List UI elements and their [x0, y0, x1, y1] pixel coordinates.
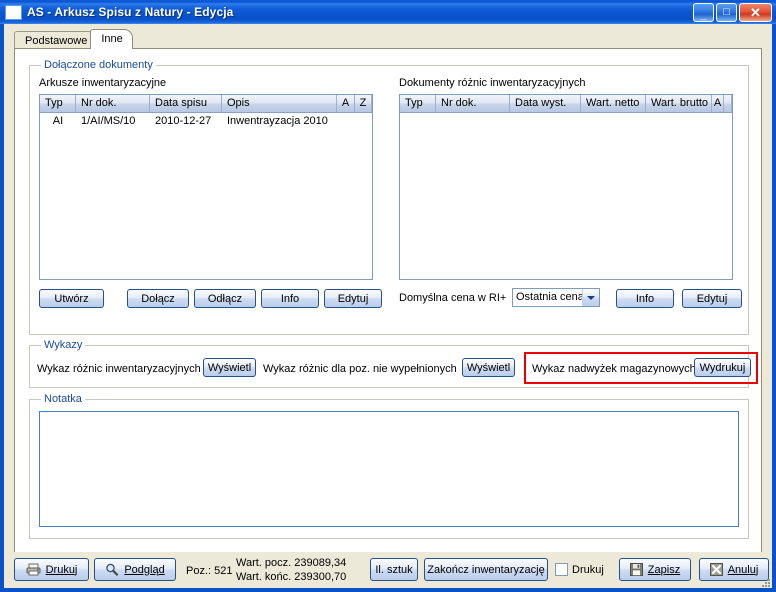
column-header-data-wyst[interactable]: Data wyst. — [510, 95, 581, 112]
column-header-wart-brutto[interactable]: Wart. brutto — [646, 95, 712, 112]
create-button[interactable]: Utwórz — [39, 289, 104, 308]
edit-button-right-label: Edytuj — [696, 292, 728, 305]
group-reports-legend: Wykazy — [41, 339, 86, 351]
minimize-button[interactable]: _ — [693, 3, 714, 22]
inventory-sheets-label: Arkusze inwentaryzacyjne — [39, 77, 167, 89]
window-icon — [5, 4, 22, 20]
detach-button-label: Odłącz — [207, 292, 243, 305]
column-header-typ-2[interactable]: Typ — [400, 95, 436, 112]
attach-button-label: Dołącz — [141, 292, 175, 305]
position-count: Poz.: 521 — [186, 565, 233, 577]
printer-icon — [26, 563, 41, 576]
report-surplus-print-label: Wydrukuj — [699, 361, 746, 374]
print-checkbox[interactable]: Drukuj — [555, 563, 604, 576]
info-button-left-label: Info — [280, 292, 300, 305]
column-header-data-spisu[interactable]: Data spisu — [150, 95, 222, 112]
edit-button-left[interactable]: Edytuj — [324, 289, 382, 308]
save-icon — [629, 563, 643, 576]
report-surplus-print-button[interactable]: Wydrukuj — [694, 358, 751, 377]
info-button-right-label: Info — [635, 292, 655, 305]
cell-opis: Inwentrayzacja 2010 — [227, 115, 328, 127]
tab-podstawowe[interactable]: Podstawowe — [14, 31, 98, 49]
preview-button-label: Podgląd — [124, 563, 165, 576]
column-header-typ[interactable]: Typ — [40, 95, 76, 112]
edit-button-right[interactable]: Edytuj — [682, 289, 742, 308]
preview-button[interactable]: Podgląd — [94, 558, 176, 581]
detach-button[interactable]: Odłącz — [194, 289, 256, 308]
difference-documents-label: Dokumenty różnic inwentaryzacyjnych — [399, 77, 586, 89]
note-textarea[interactable] — [39, 411, 739, 527]
column-header-nr-dok-2[interactable]: Nr dok. — [436, 95, 510, 112]
finish-inventory-label: Zakończ inwentaryzację — [427, 563, 545, 576]
info-button-right[interactable]: Info — [616, 289, 674, 308]
magnifier-icon — [105, 563, 119, 576]
report-differences-label: Wykaz różnic inwentaryzacyjnych — [37, 363, 201, 375]
report-unfilled-show-button[interactable]: Wyświetl — [462, 358, 515, 377]
print-checkbox-label: Drukuj — [572, 563, 604, 576]
default-price-combo[interactable]: Ostatnia cena z — [512, 288, 600, 307]
tab-inne-label: Inne — [101, 33, 123, 45]
maximize-button[interactable]: □ — [716, 3, 737, 22]
save-button[interactable]: Zapisz — [619, 558, 691, 581]
tab-strip: Podstawowe Inne — [14, 29, 133, 49]
group-attached-documents-legend: Dołączone dokumenty — [41, 59, 156, 71]
close-button[interactable]: ✕ — [739, 3, 772, 22]
column-header-z[interactable]: Z — [355, 95, 372, 112]
report-differences-show-label: Wyświetl — [207, 361, 252, 374]
column-header-nr-dok[interactable]: Nr dok. — [76, 95, 150, 112]
print-button-label: Drukuj — [45, 563, 78, 576]
value-start: Wart. pocz. 239089,34 — [236, 557, 347, 569]
cell-data-spisu: 2010-12-27 — [155, 115, 212, 127]
application-window: AS - Arkusz Spisu z Natury - Edycja _ □ … — [0, 0, 776, 592]
inventory-sheets-listview[interactable]: Typ Nr dok. Data spisu Opis A Z AI 1/AI/… — [39, 94, 373, 280]
cell-typ: AI — [52, 115, 64, 127]
column-header-a[interactable]: A — [337, 95, 355, 112]
cell-nr-dok: 1/AI/MS/10 — [81, 115, 136, 127]
report-surplus-label: Wykaz nadwyżek magazynowych — [532, 363, 696, 375]
report-unfilled-show-label: Wyświetl — [466, 361, 511, 374]
client-area: Podstawowe Inne Dołączone dokumenty Arku… — [4, 24, 772, 588]
tab-inne[interactable]: Inne — [90, 29, 133, 49]
title-bar: AS - Arkusz Spisu z Natury - Edycja _ □ … — [0, 0, 776, 24]
group-note-legend: Notatka — [41, 393, 85, 405]
value-end: Wart. końc. 239300,70 — [236, 571, 347, 583]
default-price-value: Ostatnia cena z — [516, 291, 582, 303]
default-price-label: Domyślna cena w RI+ — [399, 292, 507, 304]
report-differences-show-button[interactable]: Wyświetl — [203, 358, 256, 377]
chevron-down-icon[interactable] — [582, 289, 599, 306]
window-body: Podstawowe Inne Dołączone dokumenty Arku… — [0, 24, 776, 592]
window-title: AS - Arkusz Spisu z Natury - Edycja — [27, 5, 234, 19]
quantity-button-label: Il. sztuk — [375, 563, 413, 576]
table-row[interactable]: AI 1/AI/MS/10 2010-12-27 Inwentrayzacja … — [40, 113, 372, 129]
print-button[interactable]: Drukuj — [14, 558, 89, 581]
tab-panel-inne: Dołączone dokumenty Arkusze inwentaryzac… — [14, 48, 762, 559]
difference-documents-header: Typ Nr dok. Data wyst. Wart. netto Wart.… — [400, 95, 732, 113]
report-unfilled-label: Wykaz różnic dla poz. nie wypełnionych — [263, 363, 457, 375]
window-controls: _ □ ✕ — [693, 3, 772, 22]
resize-grip[interactable] — [758, 575, 770, 587]
tab-podstawowe-label: Podstawowe — [25, 35, 88, 47]
attach-button[interactable]: Dołącz — [127, 289, 189, 308]
cancel-x-icon — [709, 563, 723, 576]
info-button-left[interactable]: Info — [261, 289, 319, 308]
close-icon: ✕ — [750, 5, 761, 20]
maximize-icon: □ — [723, 6, 730, 18]
minimize-icon: _ — [700, 9, 707, 21]
difference-documents-listview[interactable]: Typ Nr dok. Data wyst. Wart. netto Wart.… — [399, 94, 733, 280]
save-button-label: Zapisz — [647, 563, 681, 576]
column-header-opis[interactable]: Opis — [222, 95, 337, 112]
column-header-wart-netto[interactable]: Wart. netto — [581, 95, 646, 112]
column-header-a-2[interactable]: A — [712, 95, 724, 112]
edit-button-left-label: Edytuj — [337, 292, 369, 305]
print-checkbox-box[interactable] — [555, 563, 568, 576]
cancel-button-label: Anuluj — [727, 563, 759, 576]
column-header-blank[interactable] — [724, 95, 732, 112]
finish-inventory-button[interactable]: Zakończ inwentaryzację — [424, 558, 548, 581]
create-button-label: Utwórz — [54, 292, 89, 305]
quantity-button[interactable]: Il. sztuk — [370, 558, 418, 581]
footer-bar: Drukuj Podgląd Poz.: 521 Wart. pocz. 239… — [4, 552, 772, 588]
inventory-sheets-header: Typ Nr dok. Data spisu Opis A Z — [40, 95, 372, 113]
